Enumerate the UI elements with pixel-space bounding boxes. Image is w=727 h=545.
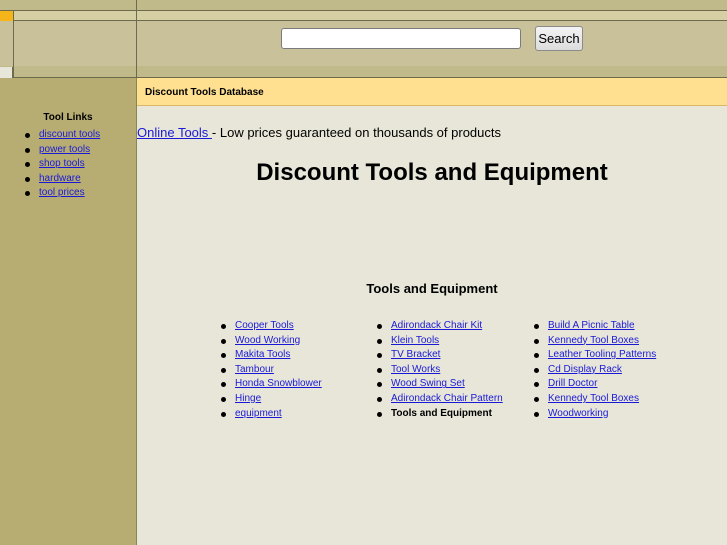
search-button[interactable]: Search <box>535 26 583 51</box>
promo-text: - Low prices guaranteed on thousands of … <box>211 125 501 140</box>
list-item: equipment <box>221 408 322 423</box>
tool-link[interactable]: Cooper Tools <box>235 320 294 331</box>
tool-link[interactable]: equipment <box>235 408 282 419</box>
tool-link[interactable]: Adirondack Chair Pattern <box>391 393 503 404</box>
list-item: Adirondack Chair Kit <box>377 320 503 335</box>
sidebar-item-power-tools: power tools <box>25 144 100 159</box>
promo-link[interactable]: Online Tools <box>137 125 212 140</box>
sidebar-item-shop-tools: shop tools <box>25 158 100 173</box>
tool-link[interactable]: Makita Tools <box>235 349 290 360</box>
sidebar-item-discount-tools: discount tools <box>25 129 100 144</box>
tool-link[interactable]: TV Bracket <box>391 349 440 360</box>
sidebar-link[interactable]: tool prices <box>39 187 85 198</box>
current-item-label: Tools and Equipment <box>391 407 492 419</box>
list-item: Drill Doctor <box>534 378 656 393</box>
tool-link[interactable]: Cd Display Rack <box>548 364 622 375</box>
sidebar-link[interactable]: discount tools <box>39 129 100 140</box>
list-item: Kennedy Tool Boxes <box>534 393 656 408</box>
sidebar-link[interactable]: hardware <box>39 173 81 184</box>
list-item: TV Bracket <box>377 349 503 364</box>
list-item: Honda Snowblower <box>221 378 322 393</box>
list-item: Cooper Tools <box>221 320 322 335</box>
tool-link[interactable]: Adirondack Chair Kit <box>391 320 482 331</box>
list-item: Cd Display Rack <box>534 364 656 379</box>
list-item: Leather Tooling Patterns <box>534 349 656 364</box>
header-band-top <box>0 0 727 11</box>
list-item: Build A Picnic Table <box>534 320 656 335</box>
tool-link[interactable]: Wood Swing Set <box>391 378 465 389</box>
link-column-1: Cooper Tools Wood Working Makita Tools T… <box>221 320 322 422</box>
accent-cell <box>0 11 13 21</box>
tool-link[interactable]: Build A Picnic Table <box>548 320 635 331</box>
link-column-2: Adirondack Chair Kit Klein Tools TV Brack… <box>377 320 503 422</box>
list-item: Woodworking <box>534 408 656 423</box>
list-item: Makita Tools <box>221 349 322 364</box>
list-item: Tool Works <box>377 364 503 379</box>
tool-link[interactable]: Wood Working <box>235 335 300 346</box>
list-item: Wood Swing Set <box>377 378 503 393</box>
tool-link[interactable]: Tambour <box>235 364 274 375</box>
sidebar-link[interactable]: shop tools <box>39 158 85 169</box>
search-input[interactable] <box>281 28 521 49</box>
header-divider-left <box>13 11 14 78</box>
section-heading: Tools and Equipment <box>366 281 498 296</box>
sidebar-item-tool-prices: tool prices <box>25 187 100 202</box>
list-item: Wood Working <box>221 335 322 350</box>
banner-title: Discount Tools Database <box>145 87 264 98</box>
list-item: Klein Tools <box>377 335 503 350</box>
sidebar-link[interactable]: power tools <box>39 144 90 155</box>
tool-link[interactable]: Drill Doctor <box>548 378 597 389</box>
tool-link[interactable]: Honda Snowblower <box>235 378 322 389</box>
sidebar-item-hardware: hardware <box>25 173 100 188</box>
corner-cell <box>0 67 13 78</box>
tool-link[interactable]: Klein Tools <box>391 335 439 346</box>
page-title: Discount Tools and Equipment <box>256 159 608 186</box>
list-item: Kennedy Tool Boxes <box>534 335 656 350</box>
tool-link[interactable]: Kennedy Tool Boxes <box>548 393 639 404</box>
tool-link[interactable]: Tool Works <box>391 364 440 375</box>
tool-link[interactable]: Leather Tooling Patterns <box>548 349 656 360</box>
sidebar-links: discount tools power tools shop tools ha… <box>25 129 100 202</box>
list-item: Adirondack Chair Pattern <box>377 393 503 408</box>
tool-link[interactable]: Woodworking <box>548 408 608 419</box>
tool-link[interactable]: Kennedy Tool Boxes <box>548 335 639 346</box>
list-item: Hinge <box>221 393 322 408</box>
list-item: Tools and Equipment <box>377 408 503 423</box>
tool-link[interactable]: Hinge <box>235 393 261 404</box>
list-item: Tambour <box>221 364 322 379</box>
header-divider <box>136 0 137 78</box>
sidebar-title: Tool Links <box>43 112 93 123</box>
promo-line: Online Tools - Low prices guaranteed on … <box>137 125 501 140</box>
link-column-3: Build A Picnic Table Kennedy Tool Boxes Le… <box>534 320 656 422</box>
header-band-bottom <box>0 66 727 78</box>
